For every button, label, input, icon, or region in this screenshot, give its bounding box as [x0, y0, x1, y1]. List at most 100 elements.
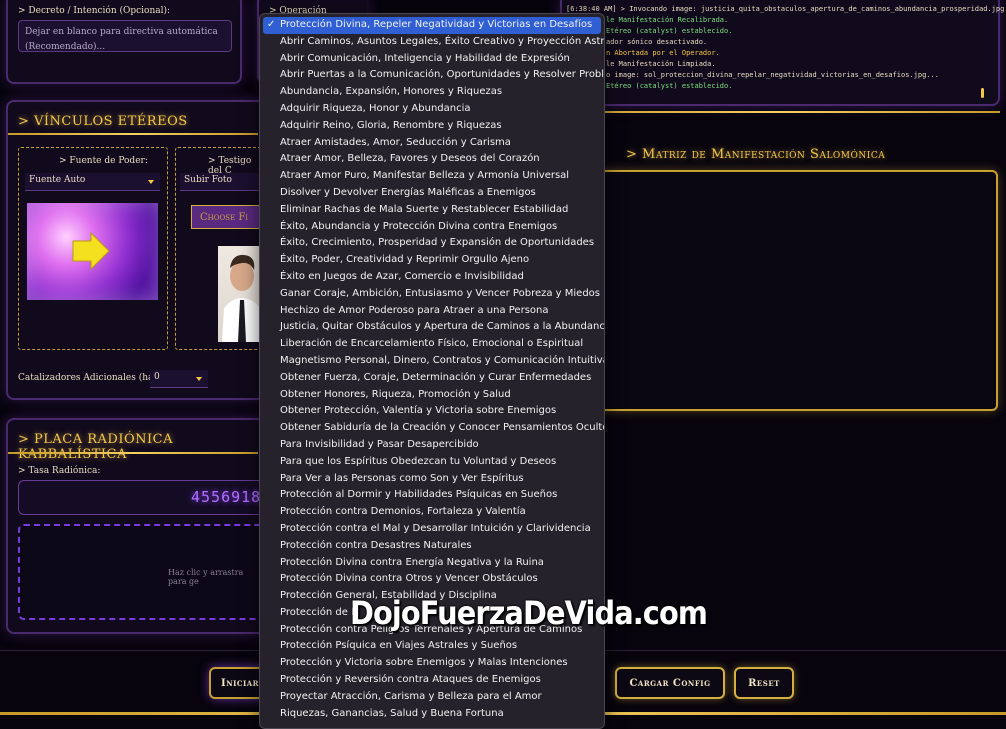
log-line: ador sónico desactivado. [606, 38, 708, 46]
decree-textarea[interactable]: Dejar en blanco para directiva automátic… [18, 20, 232, 52]
log-line: le Manifestación Limpiada. [606, 60, 716, 68]
dropdown-option[interactable]: Abrir Comunicación, Inteligencia y Habil… [263, 51, 601, 68]
dropdown-option-label: Éxito en Juegos de Azar, Comercio e Invi… [280, 270, 524, 282]
dropdown-option[interactable]: Abrir Caminos, Asuntos Legales, Éxito Cr… [263, 34, 604, 51]
dropdown-option[interactable]: Protección Divina contra Energía Negativ… [263, 555, 601, 572]
witness-box: > Testigo del C Subir Foto Choose Fi [175, 147, 266, 350]
log-line: Etéreo (catalyst) establecido. [606, 82, 733, 90]
dropdown-option-label: Adquirir Reino, Gloria, Renombre y Rique… [280, 119, 502, 131]
dropdown-option-label: Abrir Puertas a la Comunicación, Oportun… [280, 69, 605, 81]
reset-label: Reset [748, 677, 780, 689]
links-title: > VÍNCULOS ETÉREOS [18, 114, 188, 129]
dropdown-option-label: Protección contra Demonios, Fortaleza y … [280, 506, 526, 518]
dropdown-option-label: Abrir Comunicación, Inteligencia y Habil… [280, 52, 570, 64]
chevron-down-icon [196, 377, 202, 381]
dropdown-option[interactable]: Atraer Amistades, Amor, Seducción y Cari… [263, 135, 601, 152]
dropdown-option[interactable]: Para Ver a las Personas como Son y Ver E… [263, 471, 601, 488]
dropdown-option[interactable]: Protección Psíquica en Viajes Astrales y… [263, 638, 601, 655]
power-source-image [27, 203, 158, 300]
dropdown-option-label: Justicia, Quitar Obstáculos y Apertura d… [280, 321, 605, 333]
dropdown-option[interactable]: Protección contra Desastres Naturales [263, 538, 601, 555]
dropdown-option[interactable]: Para que los Espíritus Obedezcan tu Volu… [263, 454, 601, 471]
dropdown-option[interactable]: Éxito, Crecimiento, Prosperidad y Expans… [263, 235, 601, 252]
dropdown-option-label: Atraer Amor, Belleza, Favores y Deseos d… [280, 153, 540, 165]
dropdown-option[interactable]: Obtener Sabiduría de la Creación y Conoc… [263, 420, 604, 437]
dropdown-option-label: Disolver y Devolver Energías Maléficas a… [280, 186, 536, 198]
dropdown-option[interactable]: Justicia, Quitar Obstáculos y Apertura d… [263, 319, 604, 336]
dropdown-option-label: Éxito, Poder, Creatividad y Reprimir Org… [280, 254, 530, 266]
load-config-button[interactable]: Cargar Config [615, 667, 725, 699]
power-source-box: > Fuente de Poder: Fuente Auto [18, 147, 168, 350]
dropdown-option-label: Protección y Reversión contra Ataques de… [280, 674, 541, 686]
dropdown-option[interactable]: Protección y Victoria sobre Enemigos y M… [263, 655, 601, 672]
dropdown-option[interactable]: Riquezas, Ganancias, Salud y Buena Fortu… [263, 706, 601, 723]
dropdown-option[interactable]: Protección al Dormir y Habilidades Psíqu… [263, 487, 601, 504]
rate-display: 45569184 [18, 480, 270, 515]
dropdown-option-label: Protección Divina, Repeler Negatividad y… [280, 19, 593, 30]
dropdown-option[interactable]: Liberación de Encarcelamiento Físico, Em… [263, 336, 601, 353]
power-source-label: > Fuente de Poder: [59, 156, 148, 166]
dropdown-option[interactable]: Atraer Amor, Belleza, Favores y Deseos d… [263, 151, 601, 168]
plate-title: > PLACA RADIÓNICA KABBALÍSTICA [18, 432, 173, 462]
dropdown-option[interactable]: Protección contra el Mal y Desarrollar I… [263, 521, 601, 538]
dropdown-option[interactable]: Abrir Puertas a la Comunicación, Oportun… [263, 67, 604, 84]
dropdown-option-label: Protección contra Desastres Naturales [280, 539, 472, 551]
witness-select[interactable]: Subir Foto [180, 173, 262, 191]
dropdown-option-label: Obtener Sabiduría de la Creación y Conoc… [280, 422, 605, 434]
dropdown-option[interactable]: Protección Divina contra Otros y Vencer … [263, 571, 601, 588]
dropdown-option-label: Éxito, Crecimiento, Prosperidad y Expans… [280, 237, 595, 249]
plate-drop-area[interactable]: Haz clic y arrastra para ge [18, 524, 263, 620]
links-divider [8, 133, 258, 135]
power-source-select[interactable]: Fuente Auto [25, 173, 160, 191]
dropdown-option[interactable]: Protección contra Demonios, Fortaleza y … [263, 504, 601, 521]
matrix-title: > Matriz de Manifestación Salomónica [626, 147, 886, 162]
dropdown-option[interactable]: Proyectar Atracción, Carisma y Belleza p… [263, 689, 601, 706]
dropdown-option[interactable]: ✓ Protección Divina, Repeler Negatividad … [263, 17, 601, 34]
decree-panel: > Decreto / Intención (Opcional): Dejar … [6, 0, 242, 84]
dropdown-option[interactable]: Éxito, Abundancia y Protección Divina co… [263, 219, 601, 236]
reset-button[interactable]: Reset [734, 667, 794, 699]
log-line: o image: sol_proteccion_divina_repelar_n… [606, 71, 939, 79]
chevron-down-icon [148, 180, 154, 184]
dropdown-option-label: Eliminar Rachas de Mala Suerte y Restabl… [280, 203, 569, 215]
dropdown-option-label: Atraer Amistades, Amor, Seducción y Cari… [280, 136, 511, 148]
dropdown-option-label: Liberación de Encarcelamiento Físico, Em… [280, 338, 584, 350]
dropdown-option-label: Ganar Coraje, Ambición, Entusiasmo y Ven… [280, 287, 600, 299]
dropdown-option[interactable]: Ganar Coraje, Ambición, Entusiasmo y Ven… [263, 286, 601, 303]
dropdown-option[interactable]: Adquirir Reino, Gloria, Renombre y Rique… [263, 118, 601, 135]
dropdown-option[interactable]: Disolver y Devolver Energías Maléficas a… [263, 185, 601, 202]
catalysts-value: 0 [154, 372, 160, 382]
decree-label: > Decreto / Intención (Opcional): [18, 6, 171, 16]
dropdown-option[interactable]: Obtener Fuerza, Coraje, Determinación y … [263, 370, 601, 387]
dropdown-option[interactable]: Magnetismo Personal, Dinero, Contratos y… [263, 353, 604, 370]
power-source-value: Fuente Auto [29, 175, 86, 185]
dropdown-option-label: Para Invisibilidad y Pasar Desapercibido [280, 438, 479, 450]
start-label: Iniciar [221, 677, 259, 689]
dropdown-option[interactable]: Eliminar Rachas de Mala Suerte y Restabl… [263, 202, 601, 219]
dropdown-option[interactable]: Adquirir Riqueza, Honor y Abundancia [263, 101, 601, 118]
dropdown-option-label: Obtener Honores, Riqueza, Promoción y Sa… [280, 388, 511, 400]
dropdown-option[interactable]: Atraer Amor Puro, Manifestar Belleza y A… [263, 168, 601, 185]
dropdown-option[interactable]: Obtener Protección, Valentía y Victoria … [263, 403, 601, 420]
dropdown-option-label: Proyectar Atracción, Carisma y Belleza p… [280, 690, 542, 702]
dropdown-option[interactable]: Hechizo de Amor Poderoso para Atraer a u… [263, 303, 601, 320]
log-line: [6:38:40 AM] > Invocando image: justicia… [566, 5, 1006, 13]
choose-file-button[interactable]: Choose Fi [191, 205, 266, 229]
dropdown-option[interactable]: Abundancia, Expansión, Honores y Riqueza… [263, 84, 601, 101]
watermark-text: DojoFuerzaDeVida.com [350, 594, 708, 632]
catalysts-select[interactable]: 0 [150, 370, 208, 388]
dropdown-option[interactable]: Protección y Reversión contra Ataques de… [263, 672, 601, 689]
dropdown-option[interactable]: Obtener Honores, Riqueza, Promoción y Sa… [263, 387, 601, 404]
log-line: n Abortada por el Operador. [606, 49, 720, 57]
log-divider [560, 111, 1000, 113]
dropdown-option[interactable]: Éxito en Juegos de Azar, Comercio e Invi… [263, 269, 601, 286]
dropdown-option-label: Protección contra el Mal y Desarrollar I… [280, 522, 591, 534]
log-scrollbar[interactable] [981, 88, 984, 98]
dropdown-option[interactable]: Para Invisibilidad y Pasar Desapercibido [263, 437, 601, 454]
dropdown-option[interactable]: Éxito, Poder, Creatividad y Reprimir Org… [263, 252, 601, 269]
choose-file-label: Choose Fi [200, 212, 249, 223]
dropdown-option-label: Abrir Caminos, Asuntos Legales, Éxito Cr… [280, 35, 605, 47]
log-line: le Manifestación Recalibrada. [606, 16, 729, 24]
dropdown-option-label: Hechizo de Amor Poderoso para Atraer a u… [280, 304, 549, 316]
rate-label: > Tasa Radiónica: [18, 466, 101, 476]
